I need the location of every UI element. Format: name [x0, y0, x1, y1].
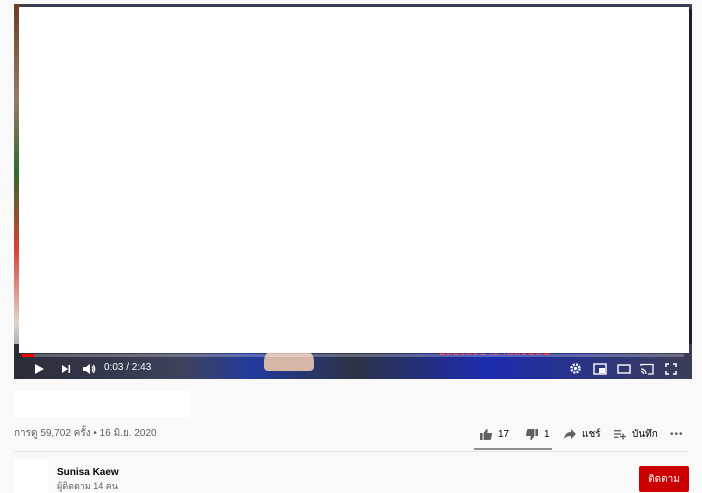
gear-icon [570, 363, 581, 374]
next-button[interactable] [57, 360, 74, 377]
settings-button[interactable] [567, 360, 584, 377]
theater-icon [616, 363, 631, 374]
more-actions-button[interactable]: ••• [670, 426, 684, 442]
dislike-button[interactable]: 1 [525, 426, 550, 442]
theater-button[interactable] [615, 360, 632, 377]
subscribe-button[interactable]: ติดตาม [639, 466, 689, 492]
subscriber-count: ผู้ติดตาม 14 คน [57, 481, 118, 491]
fullscreen-button[interactable] [662, 360, 679, 377]
video-player[interactable]: ฉลองสะบายาบตะแหน 0:03 / 2:43 [14, 4, 692, 379]
play-button[interactable] [30, 360, 47, 377]
channel-name[interactable]: Sunisa Kaew [57, 467, 119, 478]
progress-bar[interactable] [22, 354, 684, 357]
miniplayer-icon [592, 362, 607, 375]
time-display: 0:03 / 2:43 [104, 362, 152, 373]
sentiment-bar [474, 448, 552, 450]
save-label: บันทึก [632, 428, 658, 440]
section-divider [14, 451, 688, 452]
player-controls: 0:03 / 2:43 [14, 358, 692, 379]
video-overlay [19, 7, 689, 353]
miniplayer-button[interactable] [591, 360, 608, 377]
playlist-add-icon [614, 430, 626, 440]
more-icon: ••• [670, 428, 684, 440]
thumbs-down-icon [525, 428, 538, 440]
view-count-date: การดู 59,702 ครั้ง • 16 มิ.ย. 2020 [14, 428, 157, 439]
volume-icon [82, 363, 95, 374]
video-title-placeholder [14, 391, 190, 417]
cast-icon [639, 363, 654, 375]
channel-avatar[interactable] [14, 459, 48, 493]
volume-button[interactable] [80, 360, 97, 377]
share-icon [564, 429, 576, 439]
share-label: แชร์ [582, 428, 601, 440]
thumbs-up-icon [480, 428, 493, 440]
dislike-count: 1 [544, 428, 550, 440]
next-icon [61, 364, 70, 373]
save-button[interactable]: บันทึก [613, 426, 658, 442]
cast-button[interactable] [638, 360, 655, 377]
like-button[interactable]: 17 [479, 426, 509, 442]
like-count: 17 [498, 428, 510, 440]
progress-played [22, 354, 34, 357]
fullscreen-icon [664, 362, 677, 375]
play-icon [34, 363, 44, 374]
share-button[interactable]: แชร์ [563, 426, 601, 442]
